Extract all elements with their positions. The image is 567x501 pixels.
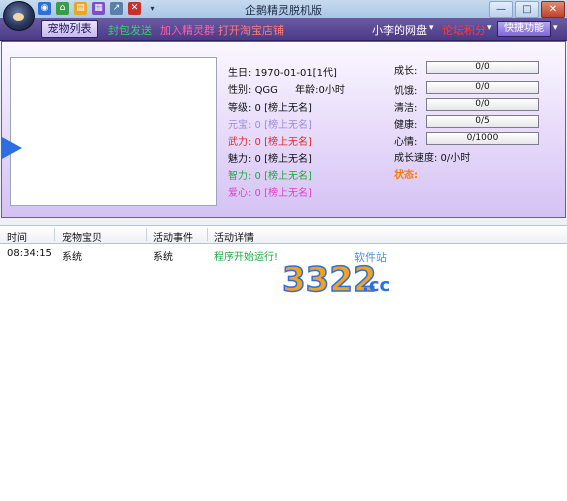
growth-speed-text: 成长速度: 0/小时 — [394, 153, 471, 164]
chevron-down-icon[interactable]: ▾ — [429, 23, 434, 33]
gender-value: QGG — [254, 85, 278, 96]
growth-bar: 0/0 — [426, 61, 539, 74]
log-header: 时间 宠物宝贝 活动事件 活动详情 — [0, 226, 567, 244]
minimize-button[interactable]: — — [489, 1, 513, 18]
title-bar: ◉ ⌂ ▤ ▦ ↗ ✕ ▾ 企鹅精灵脱机版 — □ ✕ — [0, 0, 567, 19]
hunger-bar: 0/0 — [426, 81, 539, 94]
app-logo — [3, 1, 35, 31]
status-label: 状态: — [394, 170, 418, 181]
menu-quick-functions[interactable]: 快捷功能 — [497, 21, 551, 37]
menu-join-group[interactable]: 加入精灵群 — [160, 22, 215, 38]
aixin-text: 爱心: 0 [榜上无名] — [228, 188, 312, 199]
window-title: 企鹅精灵脱机版 — [245, 4, 322, 17]
birthday-row: 生日: 1970-01-01[1代] — [228, 64, 337, 79]
menu-open-shop[interactable]: 打开淘宝店铺 — [218, 22, 284, 38]
tab-pet-list[interactable]: 宠物列表 — [41, 20, 98, 38]
yuanbao-text: 元宝: 0 [榜上无名] — [228, 120, 312, 131]
menu-forum-points[interactable]: 论坛积分 — [442, 22, 486, 38]
column-header-event[interactable]: 活动事件 — [153, 229, 193, 244]
zhili-text: 智力: 0 [榜上无名] — [228, 171, 312, 182]
age-value: 0小时 — [318, 85, 345, 96]
pet-display-area — [10, 57, 217, 206]
clean-label: 清洁: — [394, 103, 418, 114]
gender-age-row: 性别: QGG 年龄:0小时 — [228, 81, 345, 96]
meili-text: 魅力: 0 [榜上无名] — [228, 154, 312, 165]
mood-label: 心情: — [394, 137, 418, 148]
wuli-text: 武力: 0 [榜上无名] — [228, 137, 312, 148]
log-time: 08:34:15 — [7, 248, 52, 259]
column-header-time[interactable]: 时间 — [7, 229, 27, 244]
age-label: 年龄: — [295, 85, 319, 96]
menu-netdisk[interactable]: 小李的网盘 — [372, 22, 427, 38]
window-controls: — □ ✕ — [489, 1, 565, 18]
menu-packet-send[interactable]: 封包发送 — [108, 22, 152, 38]
log-pet: 系统 — [62, 252, 82, 263]
column-divider[interactable] — [54, 228, 55, 241]
pet-info-panel: 生日: 1970-01-01[1代] 性别: QGG 年龄:0小时 等级: 0 … — [1, 41, 566, 218]
watermark-tag: 软件站 — [354, 250, 387, 264]
watermark-suffix: .cc — [362, 275, 390, 296]
arrow-left-icon[interactable] — [2, 137, 22, 159]
maximize-button[interactable]: □ — [515, 1, 539, 18]
column-header-detail[interactable]: 活动详情 — [214, 229, 254, 244]
birthday-label: 生日: — [228, 68, 252, 79]
log-event: 系统 — [153, 252, 173, 263]
clean-bar: 0/0 — [426, 98, 539, 111]
growth-label: 成长: — [394, 66, 418, 77]
menu-bar: 宠物列表 封包发送 加入精灵群 打开淘宝店铺 小李的网盘 ▾ 论坛积分 ▾ 快捷… — [0, 18, 567, 41]
hunger-label: 饥饿: — [394, 86, 418, 97]
close-button[interactable]: ✕ — [541, 1, 565, 18]
birthday-value: 1970-01-01[1代] — [254, 68, 337, 79]
column-header-pet[interactable]: 宠物宝贝 — [62, 229, 102, 244]
log-detail: 程序开始运行! — [214, 252, 279, 263]
health-label: 健康: — [394, 120, 418, 131]
column-divider[interactable] — [207, 228, 208, 241]
column-divider[interactable] — [146, 228, 147, 241]
gender-label: 性别: — [228, 85, 252, 96]
level-text: 等级: 0 [榜上无名] — [228, 103, 312, 114]
chevron-down-icon[interactable]: ▾ — [553, 23, 558, 33]
health-bar: 0/5 — [426, 115, 539, 128]
site-watermark: 3322 .cc 软件站 — [281, 250, 390, 301]
chevron-down-icon[interactable]: ▾ — [487, 23, 492, 33]
mood-bar: 0/1000 — [426, 132, 539, 145]
